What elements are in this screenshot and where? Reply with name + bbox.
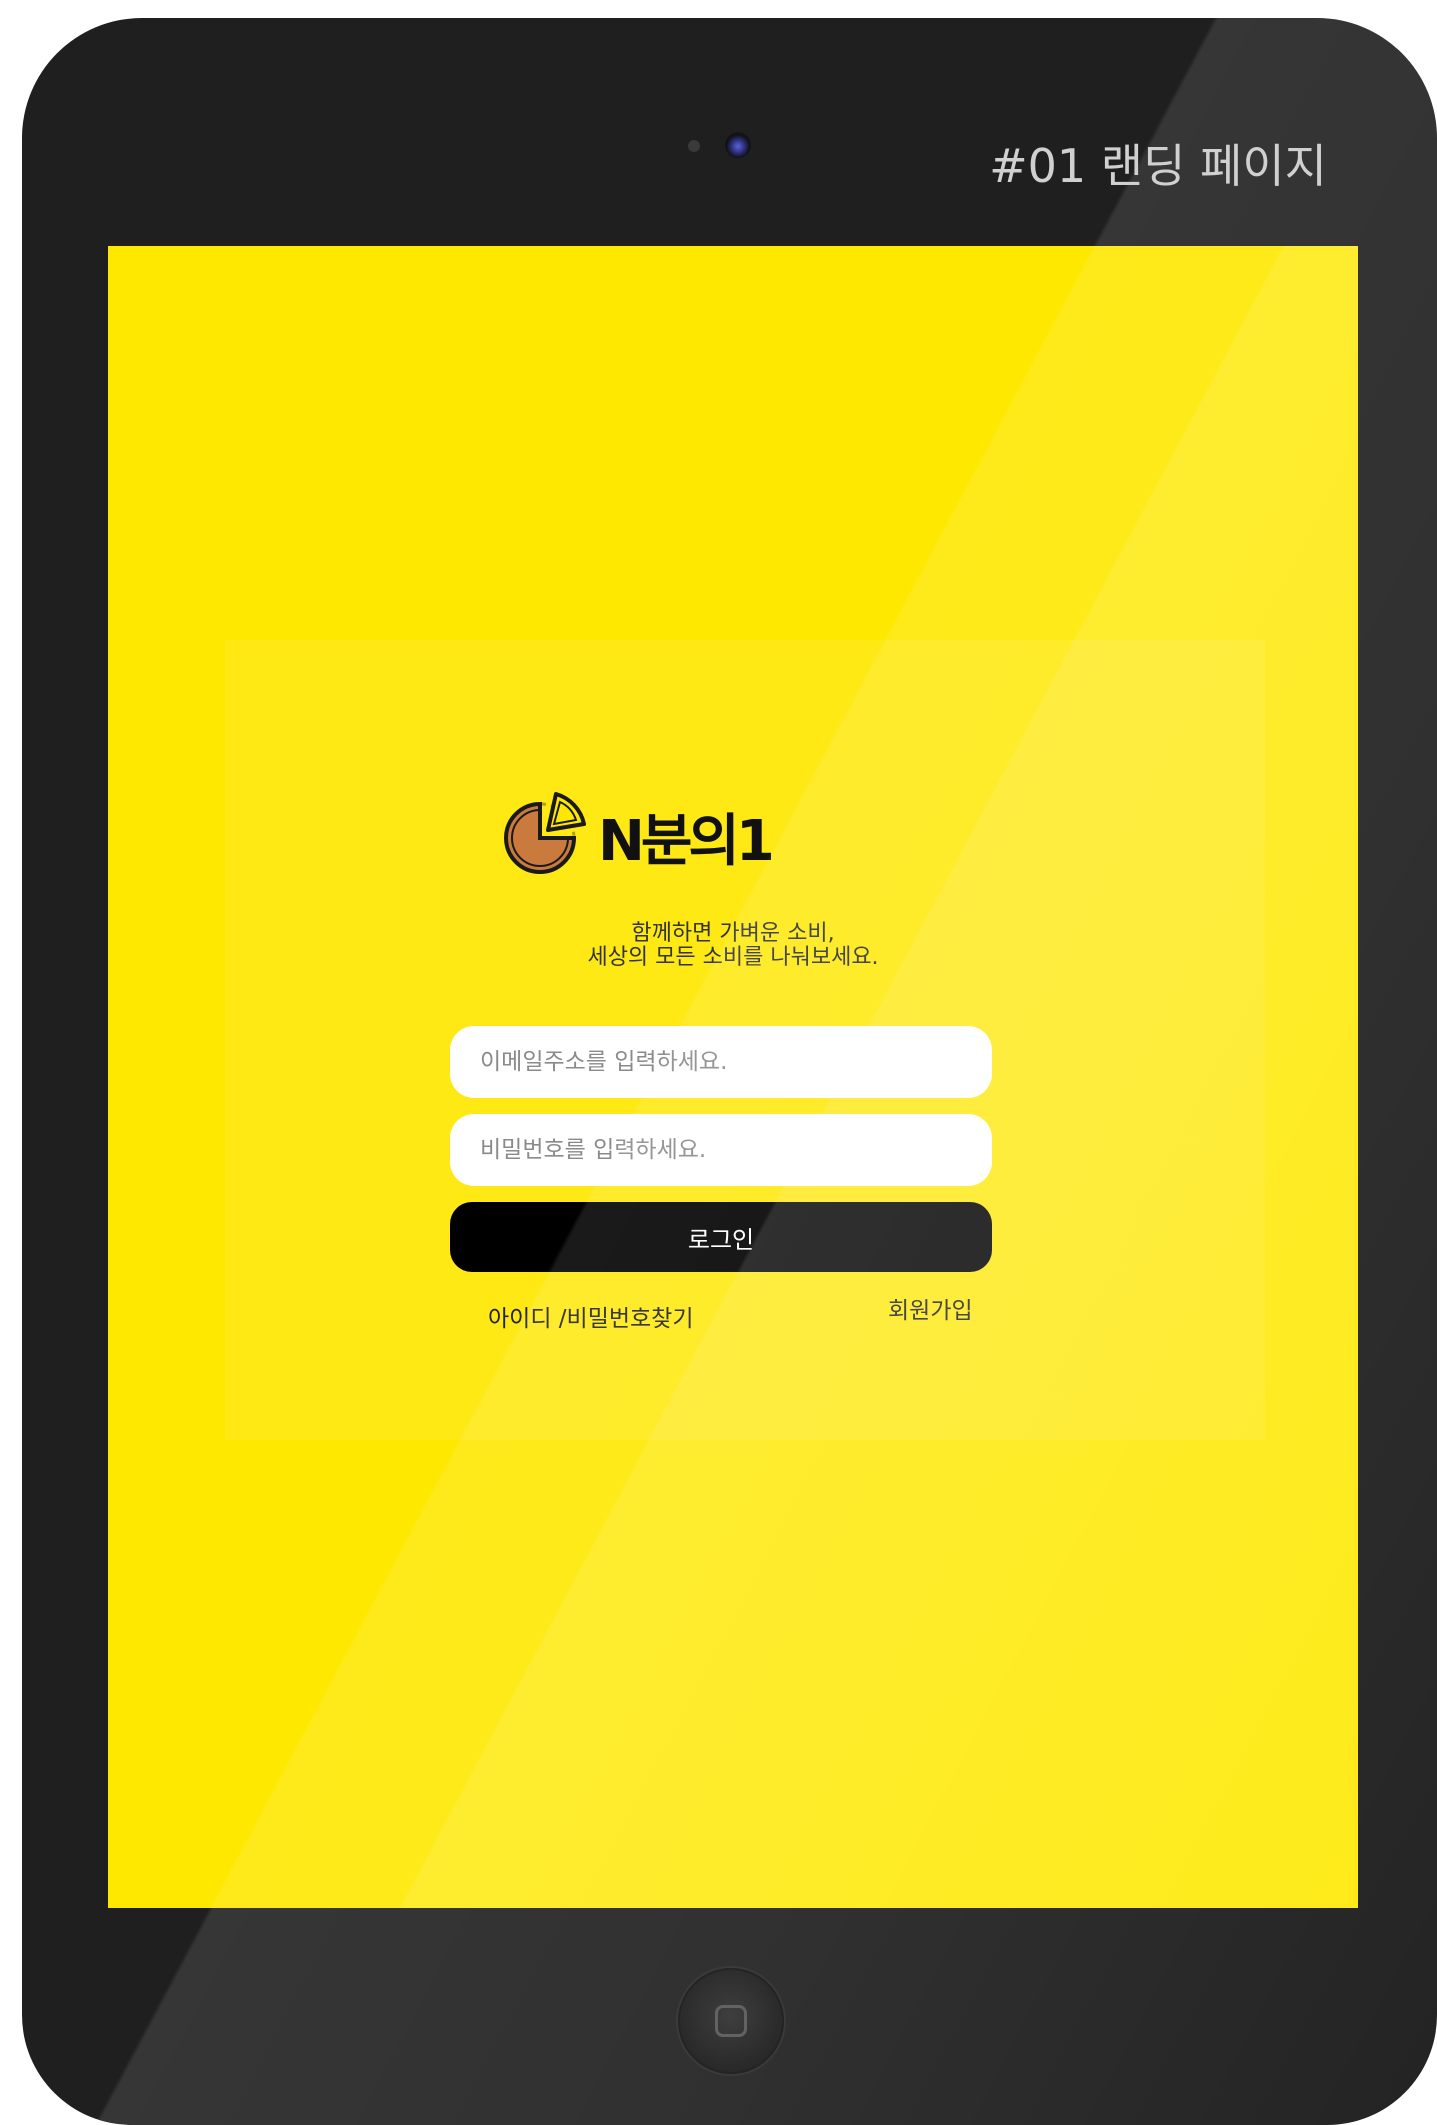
tablet-frame: N분의1 함께하면 가벼운 소비, 세상의 모든 소비를 나눠보세요. 로그인 … [22, 18, 1437, 2125]
tagline-line1: 함께하면 가벼운 소비, [631, 921, 835, 946]
home-button-icon[interactable] [678, 1968, 784, 2074]
password-field[interactable] [450, 1114, 992, 1186]
app-screen: N분의1 함께하면 가벼운 소비, 세상의 모든 소비를 나눠보세요. 로그인 … [108, 246, 1358, 1908]
brand-logo: N분의1 [488, 781, 775, 891]
signup-link[interactable]: 회원가입 [888, 1291, 973, 1325]
find-account-link[interactable]: 아이디 /비밀번호찾기 [488, 1299, 694, 1333]
pie-slice-icon [504, 792, 586, 874]
email-field[interactable] [450, 1026, 992, 1098]
tagline-line2: 세상의 모든 소비를 나눠보세요. [587, 945, 879, 970]
brand-name: N분의1 [598, 808, 775, 874]
camera-icon [725, 132, 751, 158]
home-square-icon [715, 2005, 747, 2037]
sensor-dot [688, 140, 700, 152]
password-input[interactable] [478, 1136, 992, 1164]
email-input[interactable] [478, 1048, 992, 1076]
login-button[interactable]: 로그인 [450, 1202, 992, 1272]
page-title: #01 랜딩 페이지 [989, 139, 1327, 193]
